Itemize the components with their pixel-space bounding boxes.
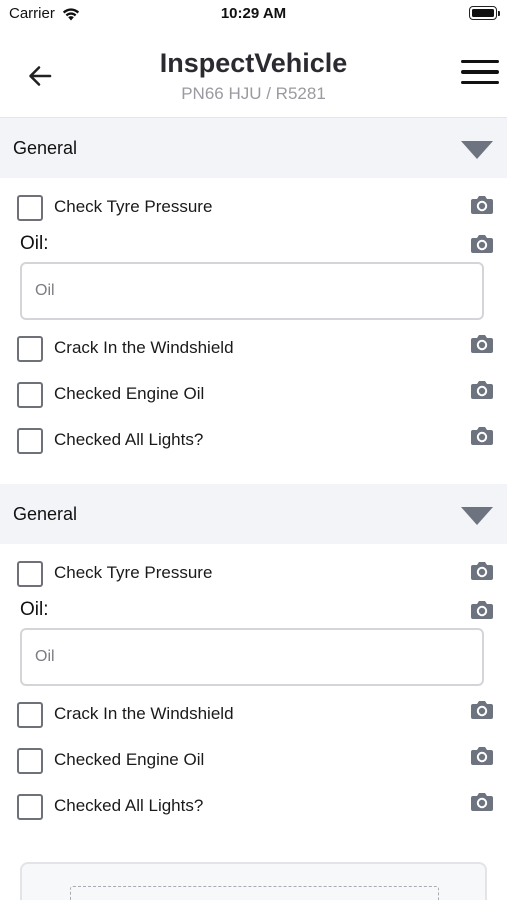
- camera-icon[interactable]: [469, 700, 495, 720]
- checklist-item-label: Crack In the Windshield: [54, 704, 234, 723]
- checkbox[interactable]: [17, 382, 43, 408]
- checklist-item: Checked All Lights?: [0, 418, 507, 464]
- checklist-item-label: Crack In the Windshield: [54, 338, 234, 357]
- checklist-item: Checked Engine Oil: [0, 372, 507, 418]
- camera-icon[interactable]: [469, 380, 495, 400]
- checkbox[interactable]: [17, 702, 43, 728]
- checklist-item-label: Checked All Lights?: [54, 796, 204, 815]
- section-title: General: [13, 503, 78, 524]
- camera-icon[interactable]: [469, 561, 495, 581]
- checklist-item-label: Check Tyre Pressure: [54, 197, 213, 216]
- caret-down-icon[interactable]: [461, 141, 493, 159]
- oil-label: Oil:: [20, 599, 49, 620]
- camera-icon[interactable]: [469, 426, 495, 446]
- checklist-item: Crack In the Windshield: [0, 326, 507, 372]
- clock: 10:29 AM: [220, 5, 287, 22]
- oil-field-group: Oil:: [0, 231, 507, 326]
- upload-card: [20, 862, 487, 900]
- checklist-item-label: Check Tyre Pressure: [54, 563, 213, 582]
- oil-input[interactable]: [20, 628, 484, 686]
- inspection-section: General Check Tyre Pressure Oil: Crack I…: [0, 484, 507, 830]
- inspection-section: General Check Tyre Pressure Oil: Crack I…: [0, 118, 507, 464]
- checkbox[interactable]: [17, 428, 43, 454]
- oil-input[interactable]: [20, 262, 484, 320]
- section-header[interactable]: General: [0, 118, 507, 178]
- camera-icon[interactable]: [469, 334, 495, 354]
- checkbox[interactable]: [17, 794, 43, 820]
- camera-icon[interactable]: [469, 195, 495, 215]
- battery-icon: [469, 6, 500, 20]
- oil-label: Oil:: [20, 233, 49, 254]
- section-header[interactable]: General: [0, 484, 507, 544]
- checklist-item-label: Checked All Lights?: [54, 430, 204, 449]
- page-title: InspectVehicle: [159, 48, 348, 78]
- section-title: General: [13, 137, 78, 158]
- hamburger-menu-icon-bar: [461, 80, 499, 85]
- oil-field-group: Oil:: [0, 597, 507, 692]
- camera-icon[interactable]: [469, 792, 495, 812]
- checklist-item: Crack In the Windshield: [0, 692, 507, 738]
- camera-icon[interactable]: [469, 234, 495, 254]
- checklist-item: Check Tyre Pressure: [0, 185, 507, 231]
- checkbox[interactable]: [17, 195, 43, 221]
- checklist-item: Checked Engine Oil: [0, 738, 507, 784]
- caret-down-icon[interactable]: [461, 507, 493, 525]
- hamburger-menu-button[interactable]: [461, 52, 501, 92]
- checkbox[interactable]: [17, 561, 43, 587]
- checklist-item: Check Tyre Pressure: [0, 551, 507, 597]
- hamburger-menu-icon-bar: [461, 70, 499, 74]
- nav-bar: InspectVehicle PN66 HJU / R5281: [0, 30, 507, 118]
- vehicle-subtitle: PN66 HJU / R5281: [181, 84, 326, 103]
- upload-dropzone[interactable]: [70, 886, 439, 900]
- camera-icon[interactable]: [469, 600, 495, 620]
- checklist-item-label: Checked Engine Oil: [54, 384, 205, 403]
- checkbox[interactable]: [17, 336, 43, 362]
- hamburger-menu-icon-bar: [461, 59, 499, 64]
- checklist-item: Checked All Lights?: [0, 784, 507, 830]
- status-bar: Carrier 10:29 AM: [0, 0, 507, 30]
- checklist-item-label: Checked Engine Oil: [54, 750, 205, 769]
- checkbox[interactable]: [17, 748, 43, 774]
- camera-icon[interactable]: [469, 746, 495, 766]
